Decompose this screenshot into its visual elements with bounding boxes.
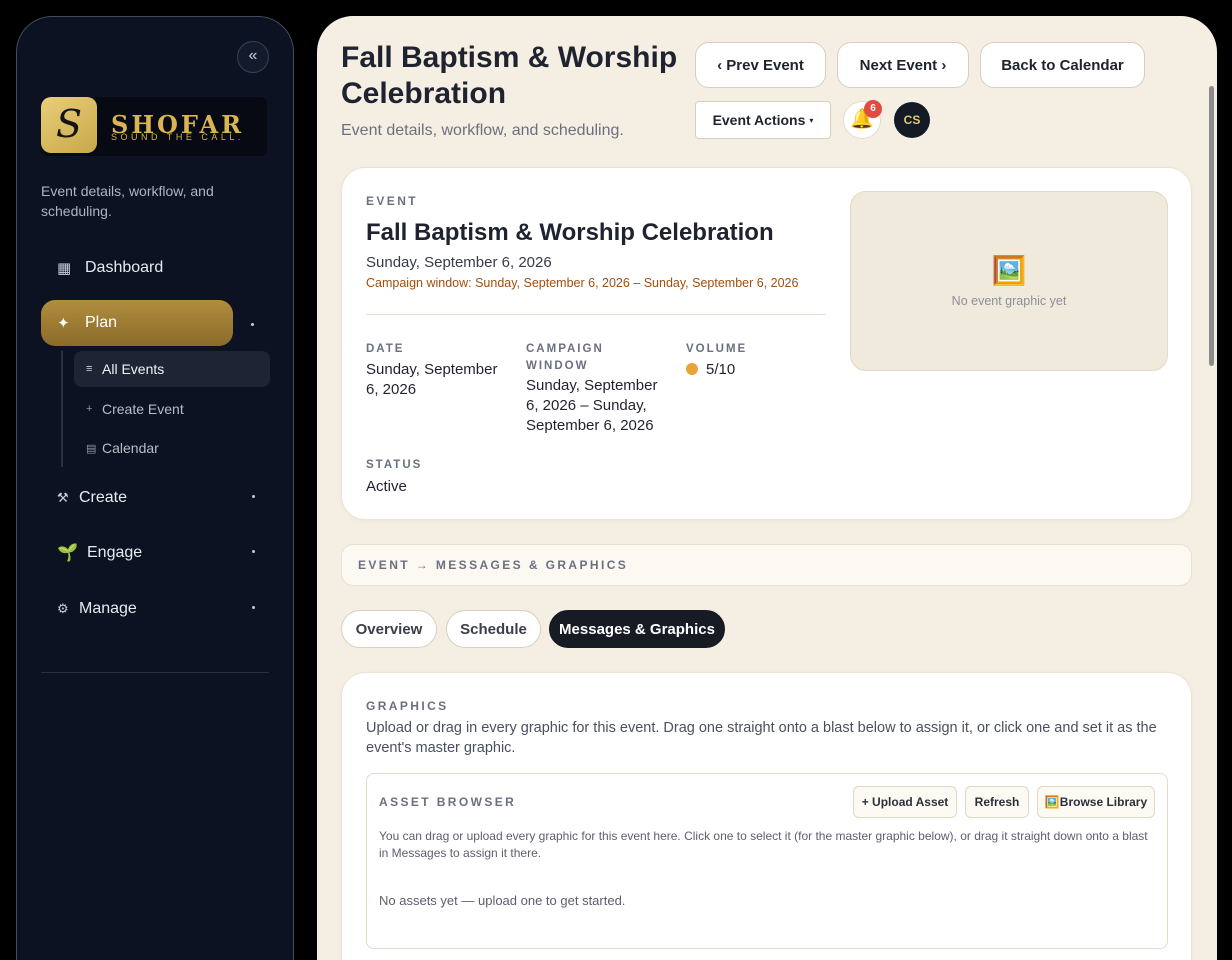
event-card: EVENT Fall Baptism & Worship Celebration…	[341, 167, 1192, 520]
subnav-item-create-event[interactable]: + Create Event	[74, 391, 270, 427]
grid-icon: ▦	[57, 260, 72, 277]
expand-indicator[interactable]	[251, 323, 254, 326]
subnav-item-label: All Events	[102, 361, 165, 377]
volume-value: 5/10	[706, 361, 736, 378]
back-to-calendar-button[interactable]: Back to Calendar	[980, 42, 1145, 88]
calendar-icon: ▤	[86, 442, 97, 455]
sidebar: « S SHOFAR SOUND THE CALL. Event details…	[16, 16, 294, 960]
asset-browser: ASSET BROWSER + Upload Asset Refresh 🖼️B…	[366, 773, 1168, 949]
volume-field-label: VOLUME	[686, 343, 748, 355]
hammer-icon: ⚒	[57, 490, 69, 505]
sidebar-item-engage[interactable]: 🌱 Engage	[41, 530, 269, 576]
sidebar-item-plan[interactable]: ✦ Plan	[41, 300, 233, 346]
sidebar-divider	[41, 672, 269, 673]
page-title: Fall Baptism & Worship Celebration	[341, 41, 678, 110]
subnav-item-label: Create Event	[102, 401, 184, 417]
browse-library-button[interactable]: 🖼️Browse Library	[1037, 786, 1155, 818]
date-field-label: DATE	[366, 343, 405, 355]
sidebar-description: Event details, workflow, and scheduling.	[41, 183, 214, 219]
shofar-logo[interactable]: S SHOFAR SOUND THE CALL.	[41, 97, 267, 156]
campaign-field-value: Sunday, September 6, 2026 – Sunday, Sept…	[526, 377, 658, 434]
divider	[366, 314, 826, 315]
caret-down-icon: ▾	[809, 115, 814, 125]
user-avatar[interactable]: CS	[894, 102, 930, 138]
prev-event-button[interactable]: ‹ Prev Event	[695, 42, 826, 88]
list-icon: ≡	[86, 363, 93, 375]
sprout-icon: 🌱	[57, 543, 79, 562]
event-actions-label: Event Actions	[712, 112, 806, 128]
image-icon: 🖼️	[991, 255, 1027, 286]
plus-icon: +	[86, 403, 93, 415]
logo-tagline: SOUND THE CALL.	[111, 132, 244, 142]
event-eyebrow: EVENT	[366, 194, 419, 208]
subnav-item-all-events[interactable]: ≡ All Events	[74, 351, 270, 387]
collapse-sidebar-button[interactable]: «	[237, 41, 269, 73]
asset-browser-title: ASSET BROWSER	[379, 795, 517, 809]
page-subtitle: Event details, workflow, and scheduling.	[341, 122, 624, 139]
tab-messages-graphics[interactable]: Messages & Graphics	[549, 610, 725, 648]
graphics-description: Upload or drag in every graphic for this…	[366, 720, 1157, 756]
gear-icon: ⚙	[57, 601, 69, 616]
sidebar-item-label: Create	[79, 489, 128, 506]
status-field-value: Active	[366, 478, 407, 495]
sidebar-item-label: Manage	[79, 600, 137, 617]
event-campaign-window: Campaign window: Sunday, September 6, 20…	[366, 276, 799, 290]
sidebar-item-manage[interactable]: ⚙ Manage	[41, 586, 269, 632]
notification-count-badge: 6	[864, 100, 882, 118]
sidebar-item-create[interactable]: ⚒ Create	[41, 475, 269, 521]
volume-indicator-dot	[686, 363, 698, 375]
event-title: Fall Baptism & Worship Celebration	[366, 219, 774, 246]
asset-browser-empty-state: No assets yet — upload one to get starte…	[379, 893, 626, 908]
graphics-eyebrow: GRAPHICS	[366, 699, 449, 713]
tab-schedule[interactable]: Schedule	[446, 610, 541, 648]
event-actions-dropdown[interactable]: Event Actions ▾	[695, 101, 831, 139]
volume-field-value: 5/10	[686, 360, 735, 380]
sidebar-item-label: Plan	[85, 314, 118, 331]
sidebar-item-dashboard[interactable]: ▦ Dashboard	[41, 245, 269, 291]
graphics-card: GRAPHICS Upload or drag in every graphic…	[341, 672, 1192, 960]
expand-indicator	[252, 550, 255, 553]
breadcrumb: EVENT → MESSAGES & GRAPHICS	[341, 544, 1192, 586]
expand-indicator	[252, 606, 255, 609]
tab-overview[interactable]: Overview	[341, 610, 437, 648]
event-graphic-placeholder[interactable]: 🖼️ No event graphic yet	[850, 191, 1168, 371]
logo-mark: S	[41, 97, 97, 153]
sidebar-item-label: Engage	[87, 544, 143, 561]
upload-asset-button[interactable]: + Upload Asset	[853, 786, 957, 818]
refresh-button[interactable]: Refresh	[965, 786, 1029, 818]
scrollbar-thumb[interactable]	[1209, 86, 1214, 366]
expand-indicator	[252, 495, 255, 498]
status-field-label: STATUS	[366, 459, 423, 471]
subnav-item-calendar[interactable]: ▤ Calendar	[74, 430, 270, 466]
subnav-divider	[61, 351, 63, 467]
next-event-button[interactable]: Next Event ›	[837, 42, 969, 88]
subnav-item-label: Calendar	[102, 440, 159, 456]
asset-browser-help: You can drag or upload every graphic for…	[379, 829, 1148, 860]
no-graphic-text: No event graphic yet	[951, 294, 1067, 308]
date-field-value: Sunday, September 6, 2026	[366, 361, 498, 398]
event-date: Sunday, September 6, 2026	[366, 254, 552, 271]
double-chevron-left-icon: «	[248, 47, 258, 64]
sparkle-icon: ✦	[57, 315, 70, 332]
campaign-field-label: CAMPAIGN WINDOW	[526, 343, 604, 372]
breadcrumb-text: EVENT → MESSAGES & GRAPHICS	[358, 558, 629, 572]
main-panel: Fall Baptism & Worship Celebration Event…	[317, 16, 1217, 960]
sidebar-item-label: Dashboard	[85, 259, 164, 276]
